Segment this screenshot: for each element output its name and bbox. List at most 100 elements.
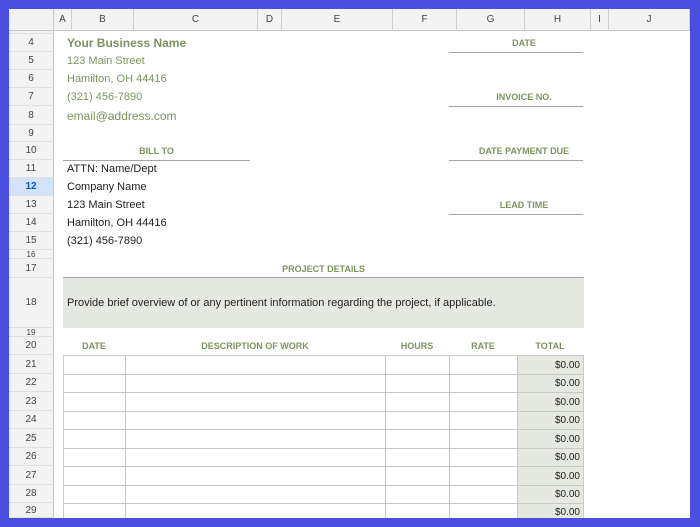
column-header-d[interactable]: D	[258, 9, 282, 31]
business-city-cell[interactable]: Hamilton, OH 44416	[67, 70, 167, 88]
row-header-14[interactable]: 14	[9, 214, 54, 232]
date-payment-due-label[interactable]: DATE PAYMENT DUE	[457, 142, 591, 160]
column-header-g[interactable]: G	[457, 9, 525, 31]
table-cell-hours[interactable]	[385, 355, 450, 375]
column-header-c[interactable]: C	[134, 9, 258, 31]
row-header-6[interactable]: 6	[9, 70, 54, 88]
table-cell-hours[interactable]	[385, 429, 450, 449]
table-cell-rate[interactable]	[449, 429, 518, 449]
row-header-24[interactable]: 24	[9, 411, 54, 429]
table-cell-description[interactable]	[125, 485, 386, 504]
table-cell-hours[interactable]	[385, 466, 450, 486]
table-cell-hours[interactable]	[385, 411, 450, 430]
row-header-23[interactable]: 23	[9, 392, 54, 411]
business-phone-cell[interactable]: (321) 456-7890	[67, 88, 142, 106]
table-cell-date[interactable]	[63, 355, 126, 375]
row-header-9[interactable]: 9	[9, 125, 54, 142]
table-cell-hours[interactable]	[385, 448, 450, 467]
table-cell-total[interactable]: $0.00	[517, 503, 584, 518]
business-email-cell[interactable]: email@address.com	[67, 106, 177, 125]
select-all-corner[interactable]	[9, 9, 54, 31]
table-header-description[interactable]: DESCRIPTION OF WORK	[125, 337, 385, 355]
table-cell-hours[interactable]	[385, 392, 450, 412]
row-header-17[interactable]: 17	[9, 259, 54, 278]
bill-to-label[interactable]: BILL TO	[63, 142, 250, 160]
column-header-a[interactable]: A	[54, 9, 72, 31]
table-cell-rate[interactable]	[449, 485, 518, 504]
table-cell-date[interactable]	[63, 485, 126, 504]
table-cell-total[interactable]: $0.00	[517, 466, 584, 486]
lead-time-label[interactable]: LEAD TIME	[457, 196, 591, 214]
table-cell-total[interactable]: $0.00	[517, 392, 584, 412]
table-cell-date[interactable]	[63, 374, 126, 393]
row-header-20[interactable]: 20	[9, 337, 54, 355]
table-cell-rate[interactable]	[449, 374, 518, 393]
bill-to-phone-cell[interactable]: (321) 456-7890	[67, 232, 142, 250]
row-header-18[interactable]: 18	[9, 278, 54, 328]
table-cell-rate[interactable]	[449, 448, 518, 467]
project-details-label[interactable]: PROJECT DETAILS	[63, 259, 584, 278]
table-cell-description[interactable]	[125, 448, 386, 467]
bill-to-attn-cell[interactable]: ATTN: Name/Dept	[67, 160, 157, 178]
table-cell-rate[interactable]	[449, 411, 518, 430]
table-cell-description[interactable]	[125, 411, 386, 430]
row-header-4[interactable]: 4	[9, 34, 54, 52]
row-header-5[interactable]: 5	[9, 52, 54, 70]
date-label[interactable]: DATE	[457, 34, 591, 52]
table-cell-rate[interactable]	[449, 466, 518, 486]
table-cell-hours[interactable]	[385, 374, 450, 393]
row-header-21[interactable]: 21	[9, 355, 54, 374]
table-cell-total[interactable]: $0.00	[517, 485, 584, 504]
row-header-19[interactable]: 19	[9, 328, 54, 337]
column-header-i[interactable]: I	[591, 9, 609, 31]
row-header-7[interactable]: 7	[9, 88, 54, 106]
column-header-j[interactable]: J	[609, 9, 690, 31]
table-cell-description[interactable]	[125, 392, 386, 412]
table-cell-description[interactable]	[125, 355, 386, 375]
row-header-29[interactable]: 29	[9, 503, 54, 518]
table-cell-date[interactable]	[63, 448, 126, 467]
spreadsheet[interactable]: A B C D E F G H I J 4 5 6 7 8 9 10 11 12…	[9, 9, 690, 518]
table-cell-description[interactable]	[125, 466, 386, 486]
table-header-hours[interactable]: HOURS	[385, 337, 449, 355]
table-cell-date[interactable]	[63, 429, 126, 449]
table-cell-rate[interactable]	[449, 503, 518, 518]
row-header-25[interactable]: 25	[9, 429, 54, 448]
business-name-cell[interactable]: Your Business Name	[67, 34, 186, 52]
column-header-h[interactable]: H	[525, 9, 591, 31]
table-cell-total[interactable]: $0.00	[517, 429, 584, 449]
project-overview-cell[interactable]: Provide brief overview of or any pertine…	[63, 278, 584, 328]
row-header-15[interactable]: 15	[9, 232, 54, 250]
table-cell-date[interactable]	[63, 411, 126, 430]
row-header-13[interactable]: 13	[9, 196, 54, 214]
table-cell-date[interactable]	[63, 503, 126, 518]
table-cell-total[interactable]: $0.00	[517, 448, 584, 467]
table-cell-date[interactable]	[63, 466, 126, 486]
column-header-b[interactable]: B	[72, 9, 134, 31]
table-header-total[interactable]: TOTAL	[517, 337, 583, 355]
row-header-26[interactable]: 26	[9, 448, 54, 466]
table-header-date[interactable]: DATE	[63, 337, 125, 355]
table-cell-rate[interactable]	[449, 355, 518, 375]
table-cell-total[interactable]: $0.00	[517, 374, 584, 393]
business-street-cell[interactable]: 123 Main Street	[67, 52, 145, 70]
row-header-12[interactable]: 12	[9, 178, 54, 196]
table-cell-hours[interactable]	[385, 485, 450, 504]
table-header-rate[interactable]: RATE	[449, 337, 517, 355]
row-header-8[interactable]: 8	[9, 106, 54, 125]
table-cell-hours[interactable]	[385, 503, 450, 518]
table-cell-description[interactable]	[125, 429, 386, 449]
invoice-no-label[interactable]: INVOICE NO.	[457, 88, 591, 106]
table-cell-rate[interactable]	[449, 392, 518, 412]
column-header-e[interactable]: E	[282, 9, 393, 31]
row-header-28[interactable]: 28	[9, 485, 54, 503]
bill-to-city-cell[interactable]: Hamilton, OH 44416	[67, 214, 167, 232]
table-cell-total[interactable]: $0.00	[517, 411, 584, 430]
row-header-16[interactable]: 16	[9, 250, 54, 259]
row-header-27[interactable]: 27	[9, 466, 54, 485]
table-cell-description[interactable]	[125, 374, 386, 393]
row-header-10[interactable]: 10	[9, 142, 54, 160]
table-cell-description[interactable]	[125, 503, 386, 518]
column-header-f[interactable]: F	[393, 9, 457, 31]
table-cell-total[interactable]: $0.00	[517, 355, 584, 375]
